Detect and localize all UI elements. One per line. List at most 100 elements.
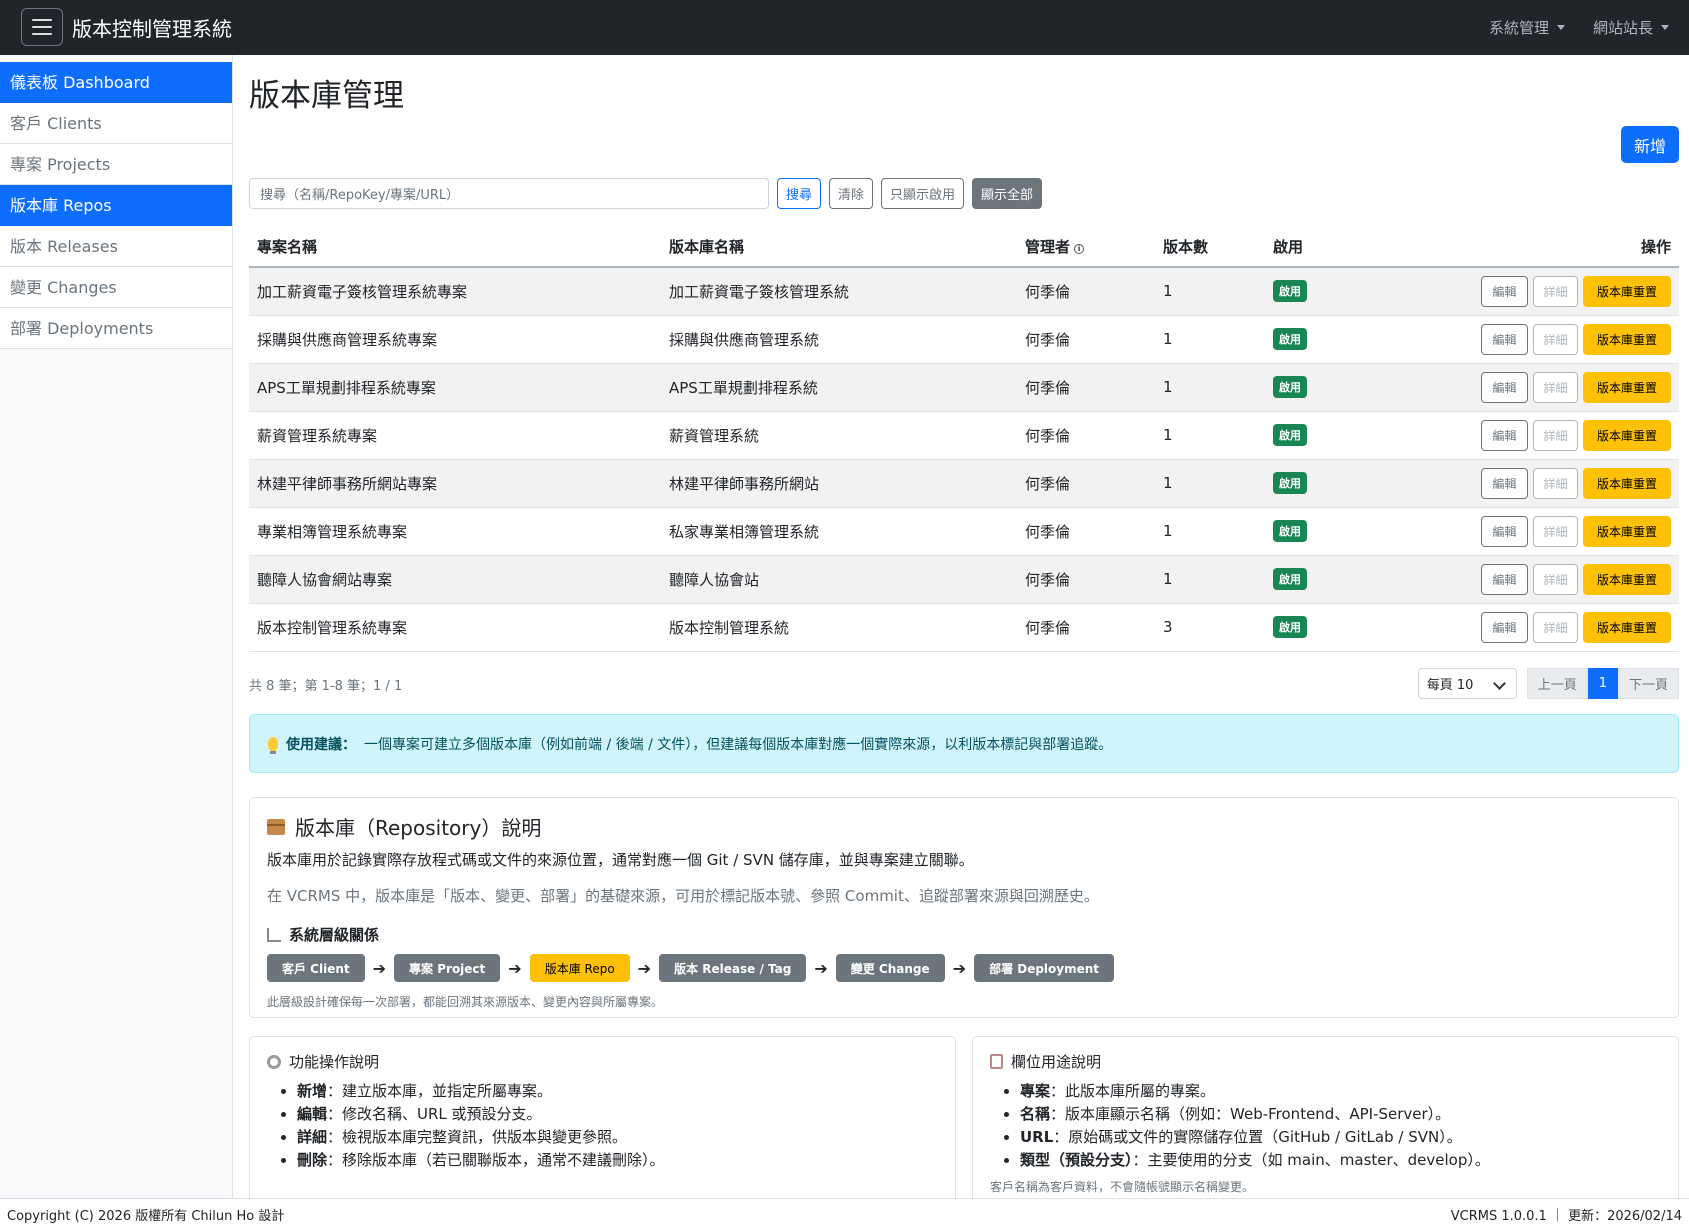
cell-versions: 1 [1155,459,1265,508]
search-button[interactable]: 搜尋 [777,178,822,209]
edit-button[interactable]: 編輯 [1481,323,1528,355]
arrow-right-icon: ➔ [637,958,652,978]
ruler-icon [267,927,281,942]
status-badge: 啟用 [1273,424,1307,446]
reset-repo-button[interactable]: 版本庫重置 [1583,371,1671,403]
reset-repo-button[interactable]: 版本庫重置 [1583,515,1671,547]
user-menu-dropdown[interactable]: 網站站長 [1593,17,1669,38]
page-size-select[interactable]: 每頁 10 [1417,668,1517,699]
edit-button[interactable]: 編輯 [1481,611,1528,643]
sidebar-item-dashboard[interactable]: 儀表板 Dashboard [0,62,232,103]
repo-info-title: 版本庫（Repository）說明 [267,812,1661,841]
reset-repo-button[interactable]: 版本庫重置 [1583,467,1671,499]
table-row: APS工單規劃排程系統專案 APS工單規劃排程系統 何季倫 1 啟用 編輯 詳細 版本庫重置 [249,363,1679,412]
header-repo: 版本庫名稱 [661,227,1017,268]
cell-enabled: 啟用 [1265,459,1355,508]
detail-button[interactable]: 詳細 [1533,515,1578,547]
table-row: 採購與供應商管理系統專案 採購與供應商管理系統 何季倫 1 啟用 編輯 詳細 版本庫重置 [249,315,1679,364]
tip-label: 使用建議： [286,736,356,753]
next-page-button[interactable]: 下一頁 [1617,668,1679,699]
system-menu-dropdown[interactable]: 系統管理 [1489,17,1565,38]
detail-button[interactable]: 詳細 [1533,467,1578,499]
menu-toggle-icon[interactable] [21,8,63,46]
cell-project: 薪資管理系統專案 [249,411,661,460]
current-page-button[interactable]: 1 [1587,668,1618,699]
clipboard-icon [990,1054,1003,1069]
detail-button[interactable]: 詳細 [1533,419,1578,451]
sidebar-item-releases[interactable]: 版本 Releases [0,226,232,267]
reset-repo-button[interactable]: 版本庫重置 [1583,323,1671,355]
table-header-row: 專案名稱 版本庫名稱 管理者 i 版本數 啟用 操作 [249,227,1679,268]
cell-actions: 編輯 詳細 版本庫重置 [1355,603,1679,652]
detail-button[interactable]: 詳細 [1533,323,1578,355]
cell-versions: 1 [1155,315,1265,364]
sidebar-item-projects[interactable]: 專案 Projects [0,144,232,185]
prev-page-button[interactable]: 上一頁 [1526,668,1588,699]
footer-copyright: Copyright (C) 2026 版權所有 Chilun Ho 設計 [7,1208,285,1224]
reset-repo-button[interactable]: 版本庫重置 [1583,611,1671,643]
repo-table: 專案名稱 版本庫名稱 管理者 i 版本數 啟用 操作 加工薪資電子簽核管理系統專案… [249,227,1679,652]
cell-enabled: 啟用 [1265,411,1355,460]
cell-project: 加工薪資電子簽核管理系統專案 [249,267,661,316]
arrow-right-icon: ➔ [372,958,387,978]
sidebar-item-clients[interactable]: 客戶 Clients [0,103,232,144]
flow-step: 專案 Project [394,954,501,982]
edit-button[interactable]: 編輯 [1481,467,1528,499]
flow-step: 部署 Deployment [974,954,1115,982]
detail-button[interactable]: 詳細 [1533,611,1578,643]
sidebar-item-repos[interactable]: 版本庫 Repos [0,185,232,226]
clear-button[interactable]: 清除 [829,178,874,209]
reset-repo-button[interactable]: 版本庫重置 [1583,275,1671,307]
fields-card: 欄位用途說明 專案：此版本庫所屬的專案。 名稱：版本庫顯示名稱（例如：Web-F… [972,1036,1679,1198]
edit-button[interactable]: 編輯 [1481,275,1528,307]
top-navbar: 版本控制管理系統 系統管理 網站站長 [0,0,1689,55]
cell-manager: 何季倫 [1017,507,1155,556]
cell-repo: 採購與供應商管理系統 [661,315,1017,364]
only-enabled-button[interactable]: 只顯示啟用 [881,178,965,209]
ops-title: 功能操作說明 [267,1051,938,1072]
hierarchy-foot: 此層級設計確保每一次部署，都能回溯其來源版本、變更內容與所屬專案。 [267,995,664,1009]
cell-actions: 編輯 詳細 版本庫重置 [1355,555,1679,604]
header-enabled: 啟用 [1265,227,1355,268]
cell-manager: 何季倫 [1017,459,1155,508]
sidebar-item-deployments[interactable]: 部署 Deployments [0,308,232,349]
show-all-button[interactable]: 顯示全部 [972,178,1043,209]
edit-button[interactable]: 編輯 [1481,515,1528,547]
flow-step: 版本 Release / Tag [659,954,807,982]
detail-button[interactable]: 詳細 [1533,563,1578,595]
reset-repo-button[interactable]: 版本庫重置 [1583,419,1671,451]
footer-version: VCRMS 1.0.0.1 ｜ 更新：2026/02/14 [1450,1208,1682,1224]
list-item: 詳細：檢視版本庫完整資訊，供版本與變更參照。 [297,1126,938,1149]
cell-repo: 聽障人協會站 [661,555,1017,604]
arrow-right-icon: ➔ [952,958,967,978]
flow-step: 變更 Change [835,954,945,982]
cell-actions: 編輯 詳細 版本庫重置 [1355,459,1679,508]
cell-enabled: 啟用 [1265,315,1355,364]
cell-manager: 何季倫 [1017,315,1155,364]
edit-button[interactable]: 編輯 [1481,419,1528,451]
status-badge: 啟用 [1273,616,1307,638]
cell-project: 專業相簿管理系統專案 [249,507,661,556]
nav-right: 系統管理 網站站長 [1489,17,1669,38]
cell-versions: 1 [1155,507,1265,556]
add-button[interactable]: 新增 [1621,126,1679,163]
edit-button[interactable]: 編輯 [1481,371,1528,403]
cell-enabled: 啟用 [1265,507,1355,556]
detail-button[interactable]: 詳細 [1533,275,1578,307]
cell-repo: 林建平律師事務所網站 [661,459,1017,508]
cell-actions: 編輯 詳細 版本庫重置 [1355,411,1679,460]
hierarchy-flow: 客戶 Client ➔ 專案 Project ➔ 版本庫 Repo ➔ 版本 R… [267,954,1661,982]
sidebar-item-changes[interactable]: 變更 Changes [0,267,232,308]
page-title: 版本庫管理 [249,78,404,114]
header-project: 專案名稱 [249,227,661,268]
header-actions: 操作 [1355,227,1679,268]
brand-title[interactable]: 版本控制管理系統 [72,13,232,42]
search-input[interactable]: 搜尋（名稱/RepoKey/專案/URL） [249,178,769,209]
cell-versions: 1 [1155,267,1265,316]
table-row: 版本控制管理系統專案 版本控制管理系統 何季倫 3 啟用 編輯 詳細 版本庫重置 [249,603,1679,652]
repo-info-p2: 在 VCRMS 中，版本庫是「版本、變更、部署」的基礎來源，可用於標記版本號、參… [267,887,1099,905]
edit-button[interactable]: 編輯 [1481,563,1528,595]
reset-repo-button[interactable]: 版本庫重置 [1583,563,1671,595]
detail-button[interactable]: 詳細 [1533,371,1578,403]
header-manager: 管理者 i [1017,227,1155,268]
